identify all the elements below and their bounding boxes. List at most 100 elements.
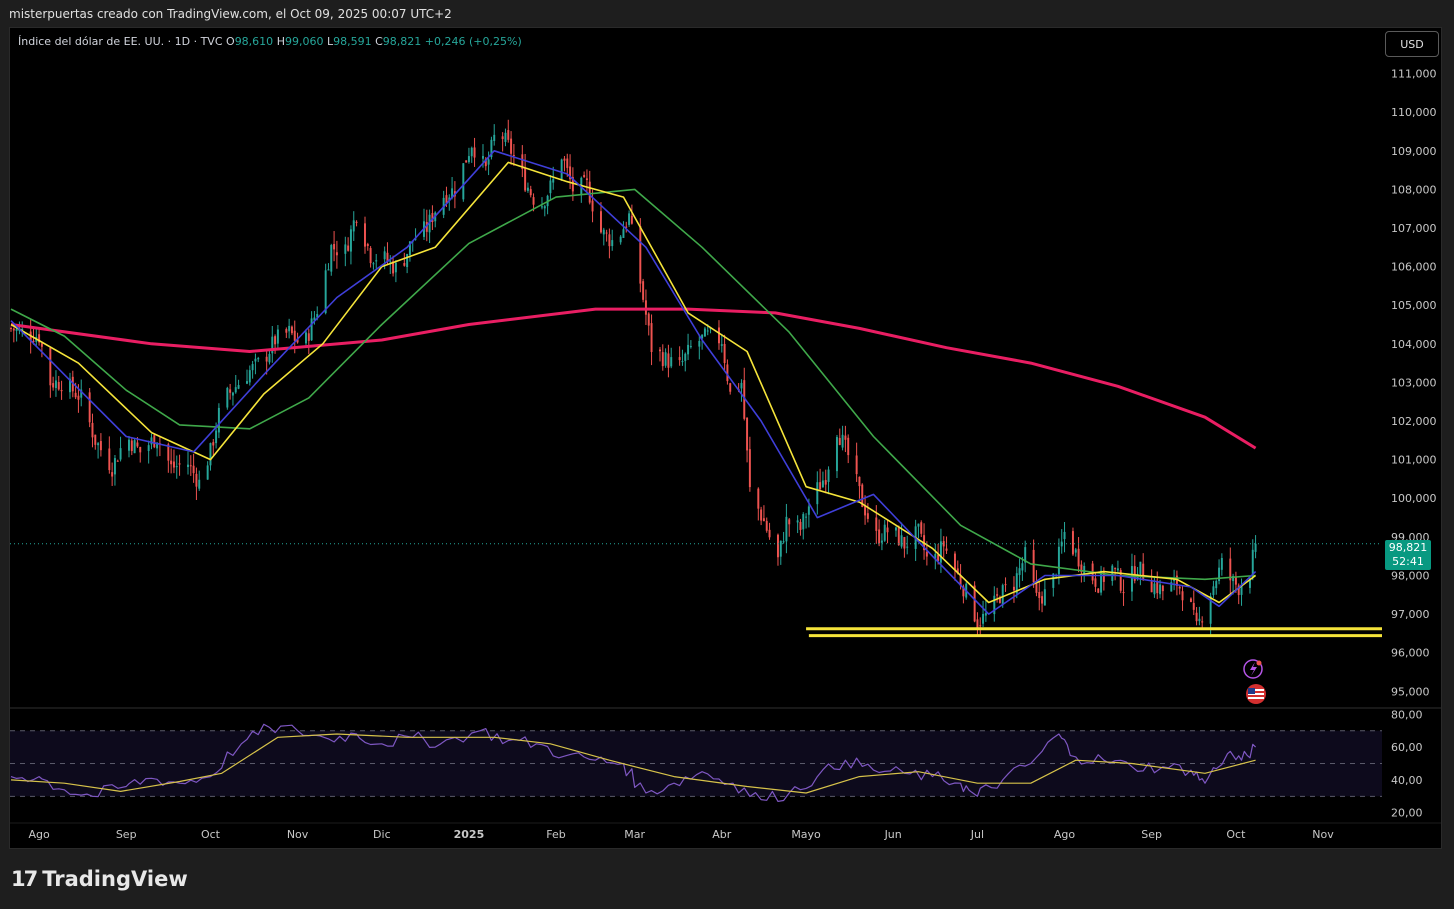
tv-logo-icon: 17 bbox=[11, 867, 38, 891]
symbol-title: Índice del dólar de EE. UU. · 1D · TVC bbox=[18, 35, 223, 48]
candle-body bbox=[1004, 584, 1007, 586]
candle-body bbox=[487, 159, 490, 165]
candle-body bbox=[847, 437, 850, 456]
candle-body bbox=[599, 211, 602, 233]
candle-body bbox=[139, 446, 142, 453]
close-value: 98,821 bbox=[382, 35, 422, 48]
price-tick-label: 97,000 bbox=[1391, 608, 1430, 621]
candle-body bbox=[1021, 563, 1024, 571]
candle-body bbox=[687, 344, 690, 355]
candle-body bbox=[40, 343, 43, 347]
time-tick-label: Jul bbox=[970, 828, 984, 841]
time-tick-label: Ago bbox=[28, 828, 50, 841]
candle-body bbox=[307, 333, 310, 341]
candle-body bbox=[765, 520, 768, 531]
tradingview-logo[interactable]: 17 TradingView bbox=[11, 867, 188, 891]
candle-body bbox=[1139, 561, 1142, 574]
currency-button[interactable]: USD bbox=[1385, 31, 1439, 57]
candle-body bbox=[88, 392, 91, 423]
candle-body bbox=[1116, 568, 1119, 571]
time-tick-label: Nov bbox=[287, 828, 309, 841]
time-tick-label: Mar bbox=[624, 828, 645, 841]
candle-body bbox=[1077, 548, 1080, 567]
candle-body bbox=[642, 281, 645, 300]
candle-body bbox=[128, 439, 130, 451]
candle-body bbox=[549, 180, 552, 194]
symbol-legend[interactable]: Índice del dólar de EE. UU. · 1D · TVC O… bbox=[18, 35, 522, 48]
candle-body bbox=[723, 343, 726, 363]
price-tick-label: 111,000 bbox=[1391, 68, 1437, 81]
candle-body bbox=[532, 197, 535, 205]
candle-body bbox=[383, 251, 386, 260]
candle-body bbox=[77, 395, 80, 400]
candle-body bbox=[762, 518, 765, 522]
candle-body bbox=[717, 327, 720, 344]
candle-body bbox=[406, 253, 409, 268]
candle-body bbox=[622, 229, 625, 238]
candle-body bbox=[246, 381, 248, 384]
candle-body bbox=[510, 138, 513, 154]
low-value: 98,591 bbox=[333, 35, 372, 48]
candle-body bbox=[1094, 578, 1097, 587]
candle-body bbox=[172, 461, 175, 468]
rsi-tick-label: 80,00 bbox=[1391, 708, 1423, 721]
candle-body bbox=[897, 526, 900, 546]
last-price-tag: 98,821 52:41 bbox=[1385, 540, 1431, 570]
candle-body bbox=[265, 356, 268, 362]
candle-body bbox=[796, 520, 799, 523]
candle-body bbox=[327, 269, 330, 271]
candle-body bbox=[1159, 584, 1162, 595]
candle-body bbox=[689, 346, 692, 348]
candle-body bbox=[136, 442, 139, 447]
high-label: H bbox=[276, 35, 285, 48]
price-tick-label: 104,000 bbox=[1391, 338, 1437, 351]
candle-body bbox=[49, 347, 52, 386]
candle-body bbox=[1153, 583, 1156, 595]
candle-body bbox=[807, 506, 810, 515]
candle-body bbox=[866, 513, 869, 519]
price-tick-label: 101,000 bbox=[1391, 454, 1437, 467]
candle-body bbox=[111, 472, 114, 477]
candle-body bbox=[94, 434, 97, 445]
price-tick-label: 105,000 bbox=[1391, 299, 1437, 312]
candle-body bbox=[57, 382, 60, 390]
bar-countdown: 52:41 bbox=[1392, 555, 1424, 568]
candle-body bbox=[347, 245, 350, 251]
candle-body bbox=[1114, 568, 1117, 570]
candle-body bbox=[352, 220, 355, 232]
candle-body bbox=[1057, 546, 1060, 575]
candle-body bbox=[1083, 565, 1086, 575]
candle-body bbox=[841, 434, 844, 448]
candle-body bbox=[108, 448, 111, 471]
candle-body bbox=[133, 440, 136, 454]
candle-body bbox=[979, 625, 982, 627]
candle-body bbox=[375, 260, 378, 262]
candle-body bbox=[880, 540, 883, 543]
candle-body bbox=[74, 392, 77, 398]
candle-body bbox=[293, 330, 296, 341]
candle-body bbox=[560, 159, 563, 180]
chart-canvas[interactable]: Ago Sep Oct Nov Dic 2025 Feb Mar Abr Mayo Jun Jul Ag… bbox=[0, 0, 1454, 909]
candle-body bbox=[150, 437, 153, 445]
time-tick-label: Sep bbox=[116, 828, 137, 841]
candle-body bbox=[658, 349, 661, 352]
candle-body bbox=[524, 167, 527, 191]
candle-body bbox=[720, 344, 723, 346]
time-tick-label: Jun bbox=[884, 828, 902, 841]
candle-body bbox=[234, 387, 237, 393]
high-value: 99,060 bbox=[284, 35, 324, 48]
change-value: +0,246 (+0,25%) bbox=[424, 35, 522, 48]
candle-body bbox=[802, 514, 805, 530]
candle-body bbox=[664, 352, 667, 366]
candle-body bbox=[324, 270, 327, 314]
candle-body bbox=[984, 613, 987, 616]
open-value: 98,610 bbox=[234, 35, 274, 48]
candle-body bbox=[473, 147, 476, 158]
candle-body bbox=[1161, 585, 1164, 592]
time-tick-label: Nov bbox=[1312, 828, 1334, 841]
time-tick-label: Oct bbox=[201, 828, 221, 841]
candle-body bbox=[192, 465, 195, 474]
candle-body bbox=[60, 389, 63, 392]
candle-body bbox=[226, 387, 229, 408]
price-tick-label: 110,000 bbox=[1391, 106, 1437, 119]
